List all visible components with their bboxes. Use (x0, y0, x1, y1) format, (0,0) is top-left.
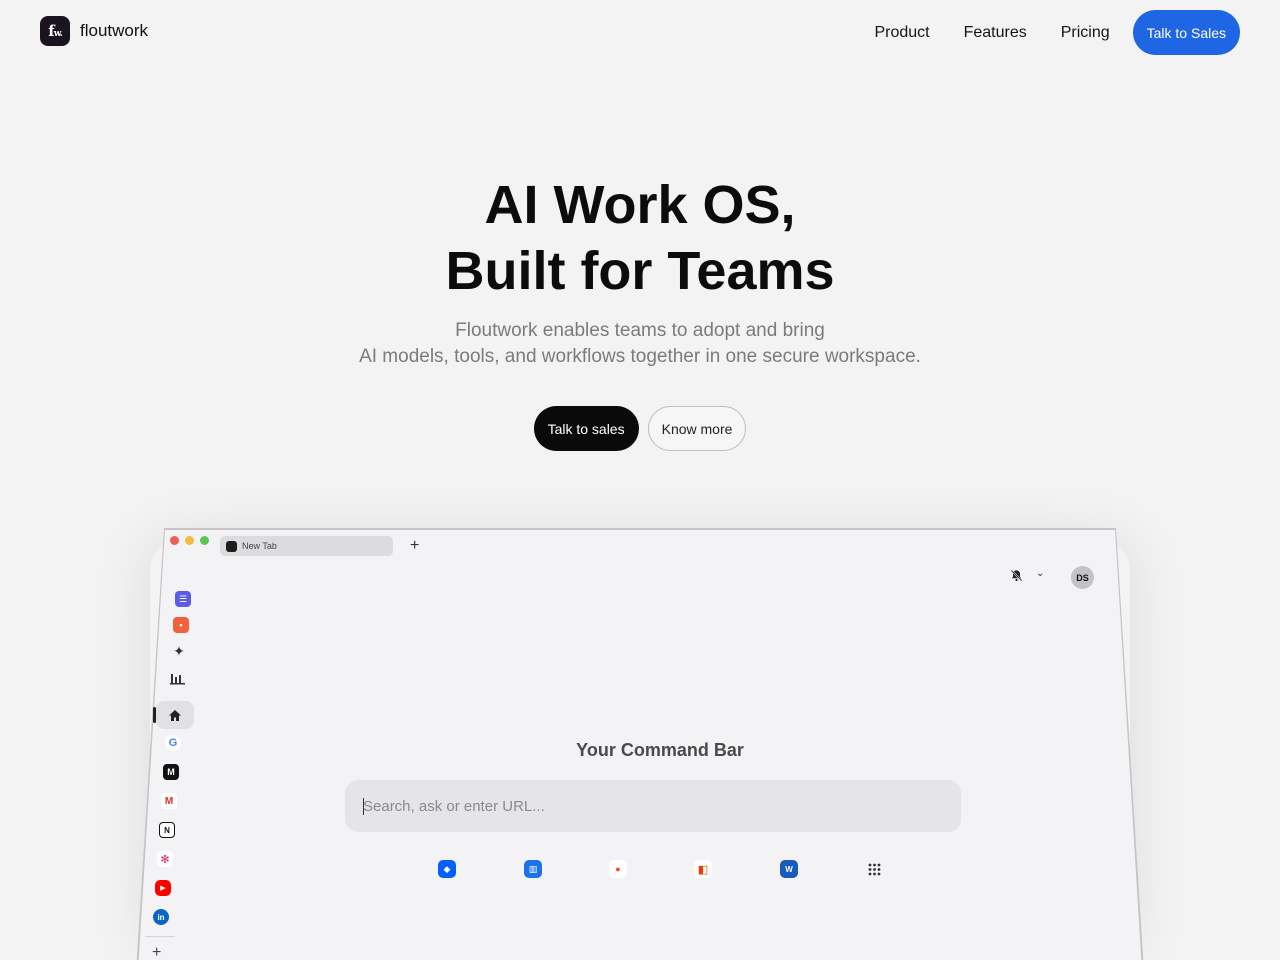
gmail-icon[interactable]: M (161, 793, 177, 809)
nav-link-product[interactable]: Product (874, 24, 929, 42)
tasks-icon[interactable]: ☰ (175, 591, 191, 607)
brand[interactable]: f w. floutwork (40, 16, 148, 46)
nav-link-features[interactable]: Features (964, 24, 1027, 42)
avatar[interactable]: DS (1071, 566, 1094, 589)
apps-grid-icon[interactable] (868, 863, 881, 876)
hero-subtitle-line-1: Floutwork enables teams to adopt and bri… (455, 320, 825, 341)
know-more-button[interactable]: Know more (647, 406, 747, 451)
brand-logo-icon: f w. (40, 16, 70, 46)
notion-icon[interactable]: N (159, 822, 175, 838)
hero-subtitle-line-2: AI models, tools, and workflows together… (359, 346, 921, 367)
youtube-icon[interactable]: ▶ (155, 880, 171, 896)
hero-buttons: Talk to sales Know more (0, 406, 1280, 451)
office-icon[interactable]: ◧ (694, 860, 712, 878)
tab-label: New Tab (242, 541, 277, 551)
home-icon (169, 709, 181, 721)
chevron-down-icon[interactable]: ⌄ (1036, 568, 1044, 579)
word-icon[interactable]: W (780, 860, 798, 878)
command-bar-title: Your Command Bar (576, 740, 744, 760)
sparkle-ai-icon[interactable]: ✦ (171, 643, 187, 659)
sidebar-divider (145, 936, 175, 937)
nav-links: Product Features Pricing Talk to Sales (874, 10, 1240, 55)
hero-title: AI Work OS, Built for Teams (0, 172, 1280, 304)
window-maximize-dot (200, 536, 209, 545)
slack-icon[interactable]: ✻ (157, 851, 173, 867)
window-minimize-dot (185, 536, 194, 545)
top-nav: f w. floutwork Product Features Pricing T… (0, 0, 1280, 64)
hero-title-line-1: AI Work OS, (484, 175, 796, 235)
linkedin-icon[interactable]: in (153, 909, 169, 925)
sidebar-item-home[interactable] (156, 701, 194, 729)
medium-icon[interactable]: M (163, 764, 179, 780)
brand-name: floutwork (80, 21, 149, 40)
new-tab-plus-icon[interactable]: + (410, 537, 419, 555)
notifications-off-icon[interactable] (1010, 569, 1023, 582)
command-bar-search-input[interactable] (345, 780, 961, 832)
talk-to-sales-button[interactable]: Talk to sales (533, 406, 639, 451)
tab-favicon-icon (226, 540, 237, 552)
trello-icon[interactable]: ▥ (524, 860, 542, 878)
browser-tab[interactable]: New Tab (220, 536, 393, 556)
window-close-dot (170, 536, 179, 545)
analytics-icon[interactable] (170, 671, 185, 685)
nav-link-pricing[interactable]: Pricing (1061, 24, 1110, 42)
hero-subtitle: Floutwork enables teams to adopt and bri… (0, 318, 1280, 370)
google-icon[interactable]: G (165, 735, 181, 751)
hero-title-line-2: Built for Teams (445, 241, 835, 301)
notes-icon[interactable]: ▪ (173, 617, 189, 633)
sidebar-add-plus-icon[interactable]: + (152, 944, 161, 960)
talk-to-sales-nav-button[interactable]: Talk to Sales (1132, 10, 1240, 55)
text-caret (363, 798, 364, 815)
figma-icon[interactable]: ● (609, 860, 627, 878)
dropbox-icon[interactable]: ◆ (438, 860, 456, 878)
